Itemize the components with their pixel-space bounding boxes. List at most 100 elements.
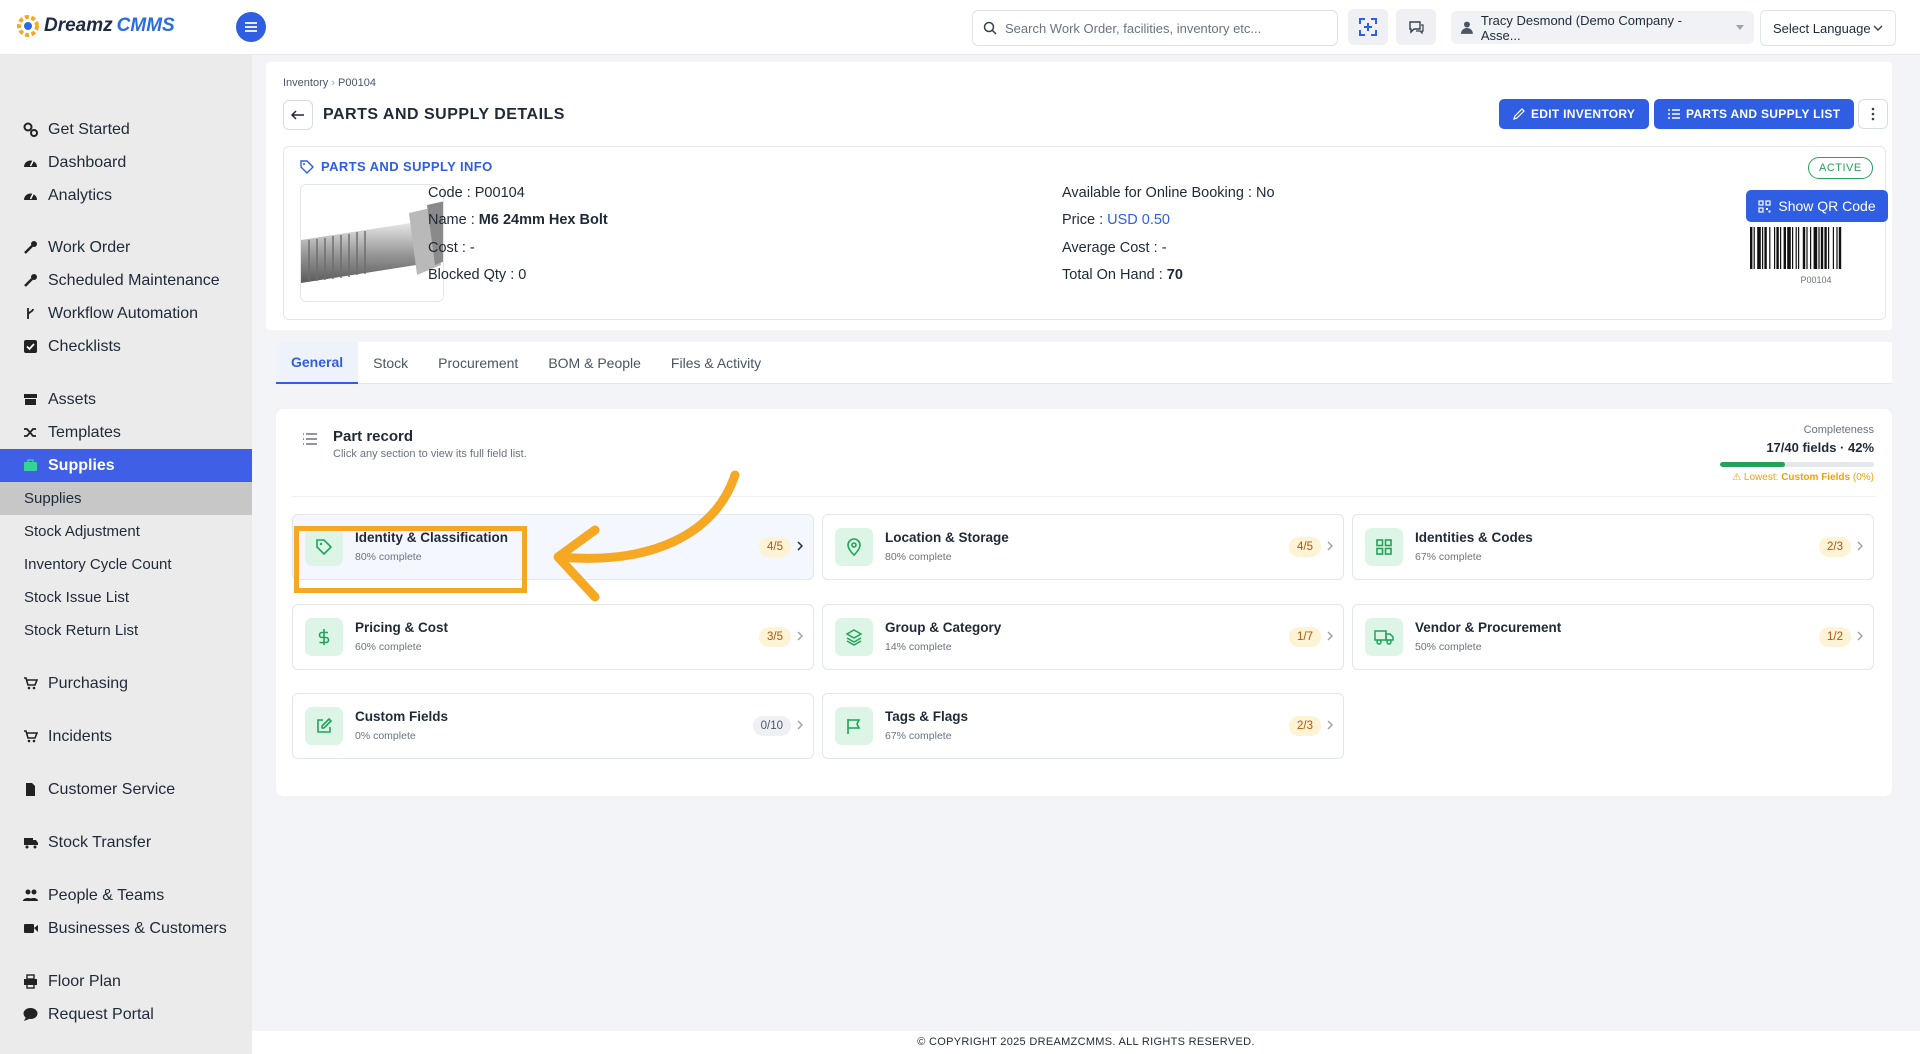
sidebar-item-dashboard[interactable]: Dashboard xyxy=(0,146,252,179)
tag-icon xyxy=(300,159,314,174)
sidebar-item-work-order[interactable]: Work Order xyxy=(0,231,252,264)
sidebar-item-checklists[interactable]: Checklists xyxy=(0,330,252,363)
app-logo[interactable]: Dreamz CMMS xyxy=(16,14,175,38)
sidebar-item-supplies[interactable]: Supplies xyxy=(0,449,252,482)
sidebar-item-analytics[interactable]: Analytics xyxy=(0,179,252,212)
lowest-name[interactable]: Custom Fields xyxy=(1781,472,1850,483)
tab-files-activity[interactable]: Files & Activity xyxy=(656,342,776,384)
search-input[interactable] xyxy=(1005,20,1325,36)
dollar-icon xyxy=(305,618,343,656)
scan-button[interactable] xyxy=(1348,9,1388,45)
sidebar-sub-stock-return-list[interactable]: Stock Return List xyxy=(0,614,252,647)
global-search[interactable] xyxy=(972,10,1338,46)
annotation-arrow-icon xyxy=(553,470,740,602)
sidebar-item-people-teams[interactable]: People & Teams xyxy=(0,879,252,912)
tab-procurement[interactable]: Procurement xyxy=(423,342,533,384)
sidebar-sub-inventory-cycle-count[interactable]: Inventory Cycle Count xyxy=(0,548,252,581)
back-button[interactable] xyxy=(283,100,313,130)
chat-icon xyxy=(1409,21,1424,34)
field-code: Code : P00104 xyxy=(428,185,525,201)
parts-supply-list-label: PARTS AND SUPPLY LIST xyxy=(1686,107,1841,121)
blocked-label: Blocked Qty : xyxy=(428,267,515,283)
section-percent: 67% complete xyxy=(885,730,952,742)
record-title: Part record xyxy=(333,428,414,445)
chevron-right-icon xyxy=(1857,631,1863,641)
parts-supply-list-button[interactable]: PARTS AND SUPPLY LIST xyxy=(1654,99,1855,129)
sidebar-sub-supplies[interactable]: Supplies xyxy=(0,482,252,515)
barcode-bar xyxy=(1780,227,1782,269)
sidebar-item-purchasing[interactable]: Purchasing xyxy=(0,667,252,700)
status-badge: ACTIVE xyxy=(1808,157,1873,179)
sidebar-item-workflow-automation[interactable]: Workflow Automation xyxy=(0,297,252,330)
part-record-card: Part record Click any section to view it… xyxy=(276,409,1892,796)
code-value: P00104 xyxy=(474,185,525,201)
user-name: Tracy Desmond (Demo Company - Asse... xyxy=(1480,12,1682,43)
section-identities-codes[interactable]: Identities & Codes 67% complete 2/3 xyxy=(1352,514,1874,580)
gauge-icon xyxy=(23,188,38,203)
field-average-cost: Average Cost : - xyxy=(1062,240,1167,256)
section-name: Group & Category xyxy=(885,620,1002,635)
field-online-booking: Available for Online Booking : No xyxy=(1062,185,1275,201)
gauge-icon xyxy=(23,155,38,170)
section-group-category[interactable]: Group & Category 14% complete 1/7 xyxy=(822,604,1344,670)
language-label: Select Language xyxy=(1773,20,1871,36)
sidebar-item-scheduled-maintenance[interactable]: Scheduled Maintenance xyxy=(0,264,252,297)
sidebar-sub-stock-adjustment[interactable]: Stock Adjustment xyxy=(0,515,252,548)
layers-icon xyxy=(835,618,873,656)
scan-icon xyxy=(1359,18,1377,36)
section-name: Tags & Flags xyxy=(885,709,969,724)
divider xyxy=(292,496,1876,497)
sidebar-label: Scheduled Maintenance xyxy=(48,271,220,289)
sidebar-sub-label: Stock Issue List xyxy=(24,589,130,606)
show-qr-code-button[interactable]: Show QR Code xyxy=(1746,190,1888,222)
barcode-bar xyxy=(1762,227,1764,269)
user-menu[interactable]: Tracy Desmond (Demo Company - Asse... xyxy=(1451,11,1754,44)
section-name: Pricing & Cost xyxy=(355,620,449,635)
map-pin-icon xyxy=(835,528,873,566)
details-card: Inventory › P00104 PARTS AND SUPPLY DETA… xyxy=(266,62,1892,330)
section-location-storage[interactable]: Location & Storage 80% complete 4/5 xyxy=(822,514,1344,580)
sidebar-item-stock-transfer[interactable]: Stock Transfer xyxy=(0,826,252,859)
section-vendor-procurement[interactable]: Vendor & Procurement 50% complete 1/2 xyxy=(1352,604,1874,670)
sidebar-label: Request Portal xyxy=(48,1005,154,1023)
record-subtitle: Click any section to view its full field… xyxy=(333,448,527,460)
barcode-bar xyxy=(1832,227,1834,269)
edit-inventory-button[interactable]: EDIT INVENTORY xyxy=(1499,99,1650,129)
chat-button[interactable] xyxy=(1396,9,1436,45)
barcode-bar xyxy=(1810,227,1812,269)
truck-icon xyxy=(1365,618,1403,656)
sidebar-item-request-portal[interactable]: Request Portal xyxy=(0,998,252,1031)
briefcase-icon xyxy=(23,458,38,473)
tab-general[interactable]: General xyxy=(276,342,359,384)
footer: © COPYRIGHT 2025 DREAMZCMMS. ALL RIGHTS … xyxy=(252,1031,1920,1054)
name-label: Name : xyxy=(428,212,475,228)
breadcrumb-root[interactable]: Inventory xyxy=(283,77,328,89)
sidebar-item-get-started[interactable]: Get Started xyxy=(0,113,252,146)
more-options-button[interactable] xyxy=(1858,99,1888,129)
field-total-on-hand: Total On Hand : 70 xyxy=(1062,267,1183,283)
lowest-prefix: ⚠ Lowest: xyxy=(1732,472,1779,483)
barcode-bar xyxy=(1783,227,1786,269)
section-custom-fields[interactable]: Custom Fields 0% complete 0/10 xyxy=(292,693,814,759)
sidebar-item-customer-service[interactable]: Customer Service xyxy=(0,773,252,806)
name-value: M6 24mm Hex Bolt xyxy=(478,212,608,228)
price-value: USD 0.50 xyxy=(1107,212,1170,228)
menu-toggle-button[interactable] xyxy=(236,12,266,42)
truck-icon xyxy=(23,835,38,850)
field-blocked-qty: Blocked Qty : 0 xyxy=(428,267,526,283)
branch-icon xyxy=(23,306,38,321)
sidebar-sub-stock-issue-list[interactable]: Stock Issue List xyxy=(0,581,252,614)
sidebar-item-assets[interactable]: Assets xyxy=(0,383,252,416)
section-name: Location & Storage xyxy=(885,530,1009,545)
sidebar: Get Started Dashboard Analytics Work Ord… xyxy=(0,55,252,1054)
sidebar-item-incidents[interactable]: Incidents xyxy=(0,720,252,753)
tab-stock[interactable]: Stock xyxy=(358,342,423,384)
sidebar-item-floor-plan[interactable]: Floor Plan xyxy=(0,965,252,998)
sidebar-item-businesses-customers[interactable]: Businesses & Customers xyxy=(0,912,252,945)
chevron-right-icon xyxy=(797,631,803,641)
tab-bom-people[interactable]: BOM & People xyxy=(533,342,656,384)
sidebar-item-templates[interactable]: Templates xyxy=(0,416,252,449)
completeness-value: 17/40 fields · 42% xyxy=(1766,440,1874,455)
language-select[interactable]: Select Language xyxy=(1760,10,1896,46)
section-tags-flags[interactable]: Tags & Flags 67% complete 2/3 xyxy=(822,693,1344,759)
